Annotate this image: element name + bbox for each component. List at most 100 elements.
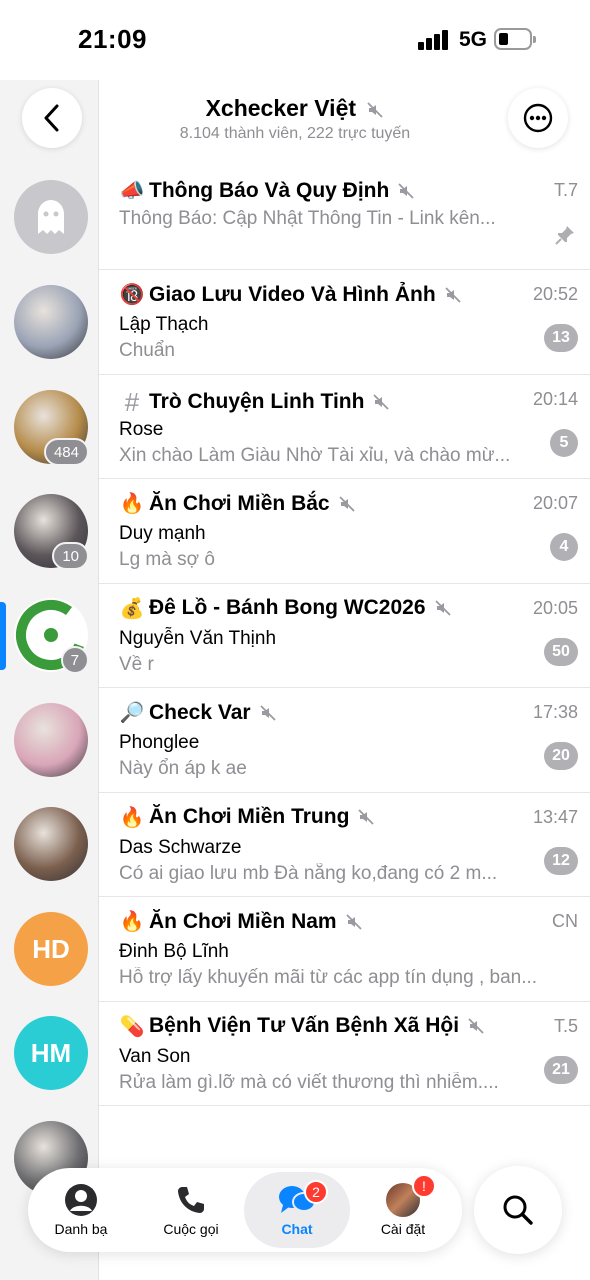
tab-chat[interactable]: Chat 2 (244, 1172, 350, 1248)
topic-title: Ăn Chơi Miền Trung (149, 805, 350, 828)
rail-folder-6[interactable] (14, 703, 88, 777)
topic-time: T.5 (553, 1015, 578, 1036)
topic-time: 17:38 (532, 702, 578, 722)
phone-icon (178, 1187, 204, 1213)
mute-icon (445, 286, 461, 303)
person-icon (65, 1184, 97, 1216)
topic-title: Ăn Chơi Miền Nam (149, 909, 337, 933)
topic-icon: 📣 (119, 180, 145, 202)
mute-icon (373, 394, 390, 410)
alert-badge: ! (412, 1174, 436, 1198)
tab-settings[interactable]: Cài đặt ! (350, 1168, 456, 1252)
mute-icon (259, 704, 276, 721)
topic-title: Check Var (149, 700, 251, 724)
unread-badge: 2 (304, 1180, 328, 1204)
topic-time: 20:52 (532, 284, 578, 304)
rail-folder-9[interactable]: HM (14, 1016, 88, 1090)
avatar (14, 703, 88, 777)
topic-icon: 🔥 (119, 806, 145, 829)
last-sender: Das Schwarze (119, 836, 242, 858)
topic-time: T.7 (553, 180, 578, 200)
unread-count-badge: 21 (544, 1055, 578, 1084)
avatar: HM (14, 1016, 88, 1090)
battery-icon (494, 28, 536, 50)
more-horizontal-icon (523, 103, 553, 133)
avatar (14, 180, 88, 254)
rail-folder-4[interactable]: 10 (14, 494, 89, 570)
rail-folder-3[interactable]: 484 (14, 390, 89, 466)
status-time: 21:09 (78, 24, 147, 54)
last-sender: Đinh Bộ Lĩnh (119, 941, 229, 962)
pin-icon (555, 226, 574, 245)
topic-title: Giao Lưu Video Và Hình Ảnh (149, 282, 436, 306)
unread-count-badge: 20 (544, 742, 578, 770)
group-title-block[interactable]: Xchecker Việt 8.104 thành viên, 222 trực… (130, 95, 460, 143)
mute-icon (338, 495, 355, 512)
rail-folder-8[interactable]: HD (14, 912, 88, 986)
mute-icon (367, 102, 384, 118)
mute-icon (468, 1018, 484, 1034)
network-type: 5G (459, 28, 488, 51)
topic-time: 20:14 (532, 388, 578, 409)
rail-folder-7[interactable] (14, 807, 88, 881)
folder-rail (0, 80, 99, 1280)
mute-icon (434, 600, 451, 616)
topic-row[interactable]: 📣 Thông Báo Và Quy Định T.7 Thông Báo: Cập … (99, 166, 590, 270)
topic-icon: 🔥 (119, 493, 145, 515)
rail-folder-5[interactable]: 7 (14, 598, 89, 674)
message-preview: Về r (119, 653, 154, 675)
message-preview: Rửa làm gì.lỡ mà có viết thương thì nhiễ… (119, 1071, 499, 1093)
tab-label: Chat (281, 1221, 313, 1237)
topic-icon: # (124, 386, 140, 417)
topic-row[interactable]: 💰 Đê Lồ - Bánh Bong WC2026 20:05 Nguyễn Văn… (99, 584, 590, 688)
tab-contacts[interactable]: Danh bạ (28, 1168, 134, 1252)
search-button[interactable] (474, 1166, 562, 1254)
topic-row[interactable]: 🔥 Ăn Chơi Miền Trung 13:47 Das Schwarze Có a… (99, 793, 590, 897)
last-sender: Nguyễn Văn Thịnh (119, 627, 277, 649)
back-button[interactable] (22, 88, 82, 148)
search-icon (503, 1195, 533, 1225)
topic-row[interactable]: # Trò Chuyện Linh Tinh 20:14 Rose Xin chào L… (99, 375, 590, 479)
topic-row[interactable]: 🔥 Ăn Chơi Miền Bắc 20:07 Duy mạnh Lg mà sợ ô… (99, 479, 590, 584)
last-sender: Rose (119, 418, 164, 440)
rail-folder-1[interactable] (14, 180, 88, 254)
rail-unread-badge: 7 (60, 646, 89, 674)
topic-icon: 🔞 (119, 284, 145, 306)
last-sender: Phonglee (119, 732, 200, 753)
tab-label: Danh bạ (54, 1221, 108, 1237)
topic-title: Thông Báo Và Quy Định (149, 178, 390, 202)
topic-row[interactable]: 🔥 Ăn Chơi Miền Nam CN Đinh Bộ Lĩnh Hỗ trợ lấ… (99, 897, 590, 1002)
rail-unread-badge: 484 (43, 438, 89, 466)
topic-row[interactable]: 💊 Bệnh Viện Tư Vấn Bệnh Xã Hội T.5 Van Son R… (99, 1002, 590, 1106)
last-sender: Lập Thạch (119, 314, 209, 335)
topic-row[interactable]: 🔎 Check Var 17:38 Phonglee Này ổn áp k ae 20 (99, 688, 590, 793)
mute-icon (398, 182, 414, 199)
unread-count-badge: 12 (544, 846, 578, 875)
message-preview: Xin chào Làm Giàu Nhờ Tài xỉu, và chào m… (119, 444, 511, 466)
tab-calls[interactable]: Cuộc gọi (138, 1168, 244, 1252)
telegram-group-screen: 21:09 5G 484 10 7 HD HM Xchecker Việt 8.104 … (0, 0, 590, 1280)
topic-time: 20:05 (532, 597, 578, 618)
message-preview: Thông Báo: Cập Nhật Thông Tin - Link kên… (119, 208, 496, 229)
topic-row[interactable]: 🔞 Giao Lưu Video Và Hình Ảnh 20:52 Lập Thạc… (99, 270, 590, 375)
tab-bar: Danh bạ Cuộc gọi Chat 2 Cài đặt ! (28, 1168, 462, 1252)
topic-list: 📣 Thông Báo Và Quy Định T.7 Thông Báo: Cập … (99, 166, 590, 1106)
signal-icon (418, 30, 450, 50)
topic-icon: 💊 (119, 1015, 145, 1038)
rail-unread-badge: 10 (52, 542, 89, 570)
topic-time: CN (552, 911, 578, 931)
ghost-icon (38, 200, 64, 234)
mute-icon (358, 809, 375, 825)
tab-label: Cài đặt (380, 1221, 426, 1237)
mute-icon (345, 913, 362, 930)
message-preview: Có ai giao lưu mb Đà nẵng ko,đang có 2 m… (119, 862, 498, 884)
more-button[interactable] (508, 88, 568, 148)
avatar: HD (14, 912, 88, 986)
page-title: Xchecker Việt (205, 95, 357, 121)
tab-label: Cuộc gọi (163, 1221, 219, 1237)
last-sender: Duy mạnh (119, 523, 206, 544)
rail-folder-2[interactable] (14, 285, 88, 359)
unread-count-badge: 50 (544, 637, 578, 666)
topic-title: Trò Chuyện Linh Tinh (149, 390, 365, 413)
status-bar: 21:09 5G (0, 0, 590, 80)
